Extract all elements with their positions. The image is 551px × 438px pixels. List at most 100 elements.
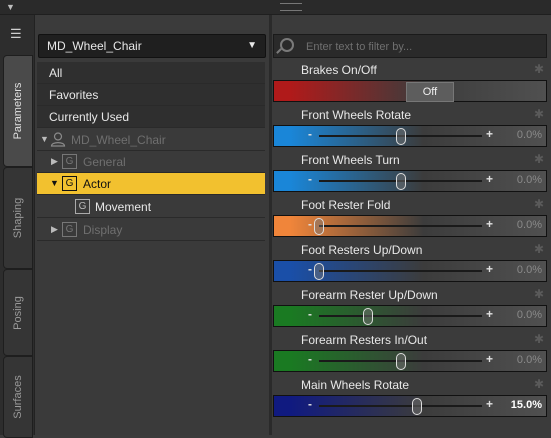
increment-icon[interactable]: + — [486, 262, 493, 276]
property-label: Brakes On/Off — [301, 63, 377, 77]
property-forearm-resters-in-out: Forearm Resters In/Out ✱ - + 0.0% — [273, 332, 547, 378]
search-icon — [280, 38, 294, 52]
property-label: Foot Resters Up/Down — [301, 243, 423, 257]
nav-item-label: Currently Used — [49, 110, 130, 124]
increment-icon[interactable]: + — [486, 172, 493, 186]
slider-track — [319, 315, 482, 317]
property-slider[interactable]: - + 0.0% — [273, 215, 547, 237]
nav-item-group-movement[interactable]: G Movement — [37, 196, 265, 218]
property-label: Foot Rester Fold — [301, 198, 391, 212]
property-label: Forearm Resters In/Out — [301, 333, 428, 347]
gear-icon[interactable]: ✱ — [534, 107, 544, 121]
pane-options-menu-icon[interactable]: ☰ — [10, 27, 22, 40]
property-slider[interactable]: - + 15.0% — [273, 395, 547, 417]
property-value[interactable]: 0.0% — [517, 129, 542, 141]
chevron-down-icon: ▼ — [247, 40, 257, 51]
property-value[interactable]: 0.0% — [517, 174, 542, 186]
nav-item-group-display[interactable]: ▶ G Display — [37, 219, 265, 241]
slider-knob[interactable] — [395, 353, 406, 370]
filter-search-box[interactable] — [273, 34, 547, 58]
gear-icon[interactable]: ✱ — [534, 377, 544, 391]
property-value[interactable]: 0.0% — [517, 264, 542, 276]
pane-title-bar: ▼ — [0, 0, 551, 15]
property-slider[interactable]: - + 0.0% — [273, 125, 547, 147]
tab-posing-label: Posing — [12, 295, 24, 330]
decrement-icon[interactable]: - — [308, 262, 312, 276]
tab-posing[interactable]: Posing — [3, 269, 33, 356]
property-value[interactable]: 0.0% — [517, 309, 542, 321]
slider-knob[interactable] — [314, 263, 324, 280]
figure-select-value: MD_Wheel_Chair — [47, 39, 142, 53]
property-slider[interactable]: - + 0.0% — [273, 260, 547, 282]
brakes-toggle-button[interactable]: Off — [406, 82, 454, 102]
slider-track — [319, 270, 482, 272]
property-label: Main Wheels Rotate — [301, 378, 410, 392]
slider-track — [319, 405, 482, 407]
group-icon: G — [62, 222, 77, 237]
expand-down-icon[interactable]: ▼ — [50, 178, 59, 188]
group-icon: G — [62, 154, 77, 169]
decrement-icon[interactable]: - — [308, 352, 312, 366]
property-front-wheels-rotate: Front Wheels Rotate ✱ - + 0.0% — [273, 107, 547, 153]
increment-icon[interactable]: + — [486, 352, 493, 366]
slider-knob[interactable] — [395, 173, 406, 190]
property-brakes-on-off: Brakes On/Off ✱ Off — [273, 62, 547, 108]
slider-knob[interactable] — [362, 308, 373, 325]
gear-icon[interactable]: ✱ — [534, 242, 544, 256]
property-label: Forearm Rester Up/Down — [301, 288, 438, 302]
nav-item-figure-root[interactable]: ▼ MD_Wheel_Chair — [37, 129, 265, 151]
gear-icon[interactable]: ✱ — [534, 287, 544, 301]
group-icon: G — [75, 199, 90, 214]
decrement-icon[interactable]: - — [308, 307, 312, 321]
decrement-icon[interactable]: - — [308, 217, 312, 231]
property-foot-resters-up-down: Foot Resters Up/Down ✱ - + 0.0% — [273, 242, 547, 288]
tab-parameters[interactable]: Parameters — [3, 55, 33, 167]
pane-menu-arrow-icon[interactable]: ▼ — [6, 2, 15, 12]
property-front-wheels-turn: Front Wheels Turn ✱ - + 0.0% — [273, 152, 547, 198]
expand-down-icon[interactable]: ▼ — [40, 134, 49, 144]
property-label: Front Wheels Rotate — [301, 108, 412, 122]
expand-right-icon[interactable]: ▶ — [51, 224, 58, 235]
slider-track — [319, 225, 482, 227]
slider-knob[interactable] — [314, 218, 324, 235]
nav-item-all[interactable]: All — [37, 62, 265, 84]
nav-item-label: Movement — [95, 200, 152, 214]
figure-select-dropdown[interactable]: MD_Wheel_Chair ▼ — [38, 34, 266, 58]
decrement-icon[interactable]: - — [308, 172, 312, 186]
increment-icon[interactable]: + — [486, 307, 493, 321]
property-value[interactable]: 0.0% — [517, 354, 542, 366]
nav-item-currently-used[interactable]: Currently Used — [37, 106, 265, 128]
property-value[interactable]: 0.0% — [517, 219, 542, 231]
increment-icon[interactable]: + — [486, 217, 493, 231]
decrement-icon[interactable]: - — [308, 397, 312, 411]
panel-splitter[interactable] — [269, 15, 272, 435]
tab-shaping[interactable]: Shaping — [3, 167, 33, 269]
filter-input[interactable] — [304, 38, 538, 56]
property-slider[interactable]: - + 0.0% — [273, 350, 547, 372]
gear-icon[interactable]: ✱ — [534, 152, 544, 166]
gear-icon[interactable]: ✱ — [534, 62, 544, 76]
property-value[interactable]: 15.0% — [511, 399, 542, 411]
nav-item-label: All — [49, 66, 63, 80]
side-tab-strip: ☰ Parameters Shaping Posing Surfaces — [0, 15, 35, 438]
tab-parameters-label: Parameters — [12, 82, 24, 140]
property-slider[interactable]: - + 0.0% — [273, 170, 547, 192]
nav-item-favorites[interactable]: Favorites — [37, 84, 265, 106]
slider-knob[interactable] — [395, 128, 406, 145]
expand-right-icon[interactable]: ▶ — [51, 156, 58, 167]
slider-knob[interactable] — [411, 398, 422, 415]
nav-item-group-actor[interactable]: ▼ G Actor — [37, 173, 265, 195]
decrement-icon[interactable]: - — [308, 127, 312, 141]
nav-item-group-general[interactable]: ▶ G General — [37, 151, 265, 173]
increment-icon[interactable]: + — [486, 397, 493, 411]
drag-grip-handle[interactable] — [280, 3, 302, 11]
property-bar[interactable]: Off — [273, 80, 547, 102]
tab-surfaces[interactable]: Surfaces — [3, 356, 33, 438]
nav-item-label: General — [83, 155, 126, 169]
increment-icon[interactable]: + — [486, 127, 493, 141]
nav-item-label: Favorites — [49, 88, 99, 102]
gear-icon[interactable]: ✱ — [534, 332, 544, 346]
gear-icon[interactable]: ✱ — [534, 197, 544, 211]
figure-node-icon — [50, 132, 66, 147]
property-slider[interactable]: - + 0.0% — [273, 305, 547, 327]
